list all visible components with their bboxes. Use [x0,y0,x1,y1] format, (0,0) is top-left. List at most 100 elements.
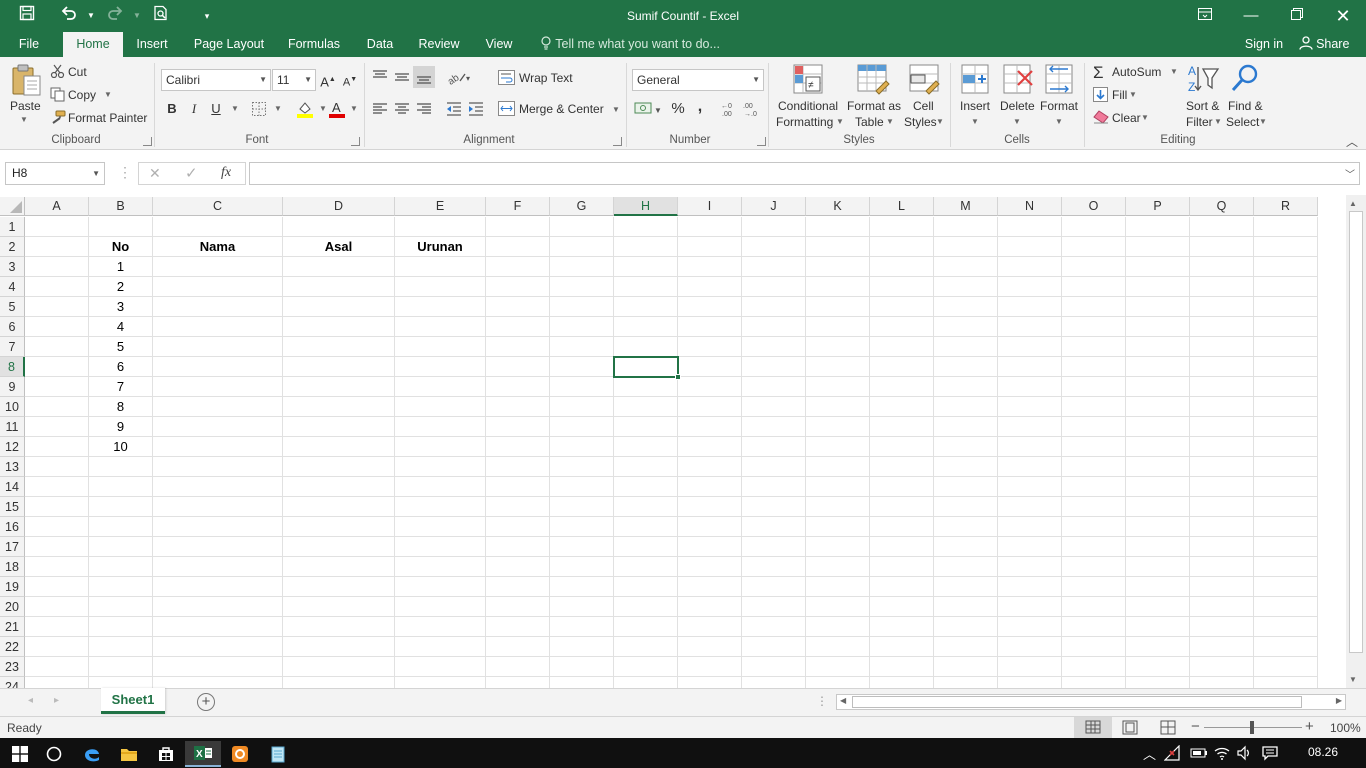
file-explorer-icon[interactable] [111,741,147,767]
cell-p17[interactable] [1126,537,1190,557]
cell-h15[interactable] [614,497,678,517]
cell-d21[interactable] [283,617,395,637]
merge-dropdown-icon[interactable]: ▼ [612,105,620,114]
cell-l7[interactable] [870,337,934,357]
cell-k4[interactable] [806,277,870,297]
cell-i1[interactable] [678,217,742,237]
cell-r19[interactable] [1254,577,1318,597]
cell-o19[interactable] [1062,577,1126,597]
scroll-down-icon[interactable]: ▼ [1349,675,1357,684]
cell-a3[interactable] [25,257,89,277]
cell-h22[interactable] [614,637,678,657]
restore-button[interactable] [1274,0,1320,32]
cell-m17[interactable] [934,537,998,557]
cell-c10[interactable] [153,397,283,417]
top-align-icon[interactable] [372,70,388,87]
cell-a7[interactable] [25,337,89,357]
cell-f2[interactable] [486,237,550,257]
cell-i5[interactable] [678,297,742,317]
scroll-left-icon[interactable]: ◀ [840,696,846,705]
cell-g10[interactable] [550,397,614,417]
cell-l19[interactable] [870,577,934,597]
notepad-icon[interactable] [260,741,296,767]
cell-e22[interactable] [395,637,486,657]
horizontal-scroll-thumb[interactable] [852,696,1302,708]
cell-m8[interactable] [934,357,998,377]
column-header-h[interactable]: H [614,197,678,216]
cell-a12[interactable] [25,437,89,457]
cell-e2[interactable]: Urunan [395,237,486,257]
sort-filter-dropdown-icon[interactable]: ▼ [1214,117,1222,126]
cell-e19[interactable] [395,577,486,597]
cell-h7[interactable] [614,337,678,357]
cell-c24[interactable] [153,677,283,688]
cell-g20[interactable] [550,597,614,617]
conditional-formatting-label-2[interactable]: Formatting [776,115,833,129]
cell-a1[interactable] [25,217,89,237]
cell-k11[interactable] [806,417,870,437]
cell-r3[interactable] [1254,257,1318,277]
cell-q10[interactable] [1190,397,1254,417]
cell-m1[interactable] [934,217,998,237]
cell-o14[interactable] [1062,477,1126,497]
cell-b20[interactable] [89,597,153,617]
enter-icon[interactable]: ✓ [185,164,198,182]
cell-q17[interactable] [1190,537,1254,557]
cell-f24[interactable] [486,677,550,688]
cell-o9[interactable] [1062,377,1126,397]
cell-q8[interactable] [1190,357,1254,377]
cell-p10[interactable] [1126,397,1190,417]
cell-c6[interactable] [153,317,283,337]
cell-b15[interactable] [89,497,153,517]
cell-e23[interactable] [395,657,486,677]
column-header-f[interactable]: F [486,197,550,216]
cell-r18[interactable] [1254,557,1318,577]
cell-k14[interactable] [806,477,870,497]
share-button[interactable]: Share [1294,32,1354,57]
comma-button[interactable]: , [690,97,710,117]
cell-l4[interactable] [870,277,934,297]
cell-h18[interactable] [614,557,678,577]
cell-m7[interactable] [934,337,998,357]
fill-button[interactable]: Fill [1112,88,1127,102]
cell-k16[interactable] [806,517,870,537]
column-header-o[interactable]: O [1062,197,1126,216]
cell-k20[interactable] [806,597,870,617]
delete-dropdown-icon[interactable]: ▼ [1013,117,1021,126]
cell-h20[interactable] [614,597,678,617]
cell-q22[interactable] [1190,637,1254,657]
cell-l16[interactable] [870,517,934,537]
cell-m16[interactable] [934,517,998,537]
cell-m12[interactable] [934,437,998,457]
cell-f15[interactable] [486,497,550,517]
paste-dropdown-icon[interactable]: ▼ [20,115,28,124]
cell-i2[interactable] [678,237,742,257]
cell-n24[interactable] [998,677,1062,688]
cell-j4[interactable] [742,277,806,297]
cell-j8[interactable] [742,357,806,377]
cell-m3[interactable] [934,257,998,277]
cell-f22[interactable] [486,637,550,657]
cell-l9[interactable] [870,377,934,397]
cell-n23[interactable] [998,657,1062,677]
cell-d20[interactable] [283,597,395,617]
font-color-dropdown-icon[interactable]: ▼ [344,99,364,119]
cell-a9[interactable] [25,377,89,397]
number-format-select[interactable]: General ▼ [632,69,764,91]
cell-n6[interactable] [998,317,1062,337]
align-center-icon[interactable] [394,103,410,118]
scroll-right-icon[interactable]: ▶ [1336,696,1342,705]
cell-b18[interactable] [89,557,153,577]
cell-p23[interactable] [1126,657,1190,677]
cell-k3[interactable] [806,257,870,277]
cell-c19[interactable] [153,577,283,597]
cell-e17[interactable] [395,537,486,557]
cell-c2[interactable]: Nama [153,237,283,257]
clock[interactable]: 08.26 [1308,745,1338,759]
cell-q6[interactable] [1190,317,1254,337]
cell-e16[interactable] [395,517,486,537]
cell-m2[interactable] [934,237,998,257]
cancel-icon[interactable]: ✕ [149,165,161,182]
cell-c17[interactable] [153,537,283,557]
underline-dropdown-icon[interactable]: ▼ [225,99,245,119]
